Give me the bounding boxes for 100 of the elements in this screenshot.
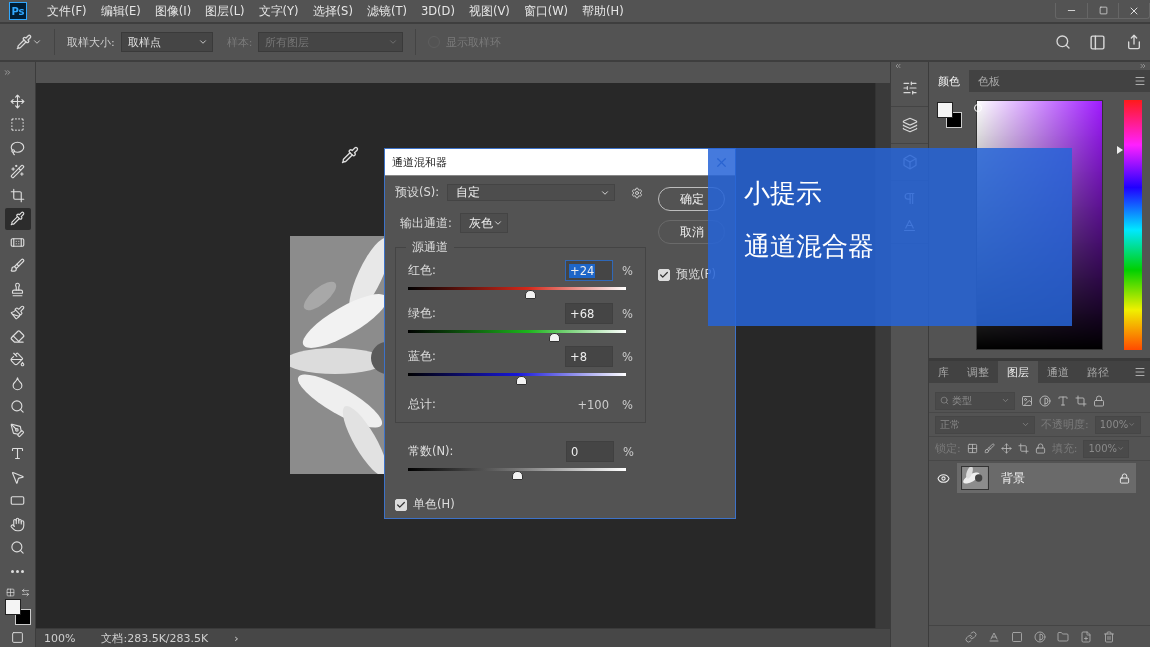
default-colors-icon[interactable] <box>5 588 15 597</box>
share-icon <box>1126 34 1142 50</box>
paintbrush-icon <box>10 305 25 320</box>
panel-tab[interactable]: 路径 <box>1078 361 1118 383</box>
panel-tab[interactable]: 颜色 <box>929 70 969 92</box>
paint-bucket-icon <box>10 352 25 367</box>
lasso-icon <box>10 140 25 156</box>
channel-label: 蓝色: <box>408 349 436 364</box>
zoom-icon <box>10 540 25 555</box>
status-menu-arrow[interactable]: › <box>234 631 239 645</box>
image-filter-icon[interactable] <box>1021 394 1033 407</box>
tip-title: 小提示 <box>744 177 823 210</box>
move-icon <box>10 93 25 109</box>
lock-pixels-icon[interactable] <box>966 443 978 454</box>
marquee-icon <box>10 117 25 132</box>
lock-artboard-icon[interactable] <box>1017 443 1029 454</box>
pointer-icon <box>10 469 25 485</box>
droplet-icon <box>10 375 25 391</box>
menu-item[interactable]: 图层(L) <box>198 3 252 19</box>
smart-filter-icon[interactable] <box>1093 394 1105 407</box>
value-field[interactable]: 0 <box>566 441 614 462</box>
menu-item[interactable]: 图像(I) <box>147 3 199 19</box>
quick-mask-icon[interactable] <box>11 631 24 644</box>
workspace-button[interactable] <box>1089 33 1106 51</box>
sample-size-select[interactable]: 取样点 <box>120 32 213 52</box>
adjustment-filter-icon[interactable] <box>1039 394 1051 407</box>
adjustment-icon[interactable] <box>1033 630 1046 643</box>
caret-icon <box>1021 420 1030 429</box>
lock-position-icon[interactable] <box>1000 443 1012 454</box>
color-swatches[interactable] <box>4 599 31 625</box>
tool-button[interactable] <box>4 207 31 230</box>
menu-item[interactable]: 3D(D) <box>413 4 462 18</box>
ellipsis-icon <box>11 569 24 573</box>
magic-wand-icon <box>10 164 25 179</box>
rectangle-icon <box>10 493 25 508</box>
link-icon[interactable] <box>964 630 977 643</box>
menu-item[interactable]: 文件(F) <box>40 3 94 19</box>
document-size: 文档:283.5K/283.5K <box>101 630 209 646</box>
panel-tab[interactable]: 库 <box>929 361 958 383</box>
history-panel-icon[interactable] <box>901 80 918 96</box>
value-field[interactable]: +24 <box>565 260 613 281</box>
menu-item[interactable]: 视图(V) <box>461 3 517 19</box>
panel-tab[interactable]: 通道 <box>1038 361 1078 383</box>
search-icon <box>1055 34 1071 50</box>
monochrome-label: 单色(H) <box>413 497 455 512</box>
slider-thumb[interactable] <box>516 376 528 385</box>
value-field[interactable]: +8 <box>565 346 613 367</box>
menu-item[interactable]: 滤镜(T) <box>359 3 414 19</box>
trash-icon[interactable] <box>1102 630 1115 643</box>
slider-thumb[interactable] <box>512 471 523 480</box>
constant-label: 常数(N): <box>408 444 454 459</box>
eyedropper-preset-button[interactable] <box>16 34 42 50</box>
shape-filter-icon[interactable] <box>1075 394 1087 407</box>
tip-text: 通道混合器 <box>744 230 875 263</box>
properties-panel-icon[interactable] <box>901 117 918 133</box>
output-channel-select[interactable]: 灰色 <box>459 213 508 233</box>
stamp-icon <box>10 281 25 297</box>
value-field[interactable]: +68 <box>565 303 613 324</box>
new-layer-icon[interactable] <box>1079 630 1092 643</box>
panel-tab[interactable]: 图层 <box>998 361 1038 383</box>
layer-name: 背景 <box>1001 470 1026 486</box>
search-button[interactable] <box>1055 34 1071 50</box>
menu-item[interactable]: 窗口(W) <box>516 3 576 19</box>
mask-icon[interactable] <box>1010 630 1023 643</box>
panel-tab[interactable]: 调整 <box>958 361 998 383</box>
eyedropper-icon <box>10 211 25 226</box>
menu-icon[interactable] <box>1134 75 1146 87</box>
menu-item[interactable]: 编辑(E) <box>93 3 148 19</box>
type-filter-icon[interactable] <box>1057 394 1069 407</box>
panel-icon <box>1089 33 1106 51</box>
menu-item[interactable]: 文字(Y) <box>251 3 306 19</box>
pen-icon <box>10 422 25 438</box>
menu-item[interactable]: 帮助(H) <box>575 3 631 19</box>
lock-paint-icon[interactable] <box>983 443 995 454</box>
eyedropper-cursor-icon <box>341 146 359 164</box>
settings-icon[interactable] <box>631 186 644 199</box>
preset-label: 预设(S): <box>395 185 440 200</box>
lock-all-icon[interactable] <box>1034 443 1046 454</box>
slider-thumb[interactable] <box>549 333 561 342</box>
crop-icon <box>10 187 25 203</box>
sample-size-label: 取样大小: <box>67 34 115 50</box>
share-button[interactable] <box>1126 34 1142 50</box>
slider-thumb[interactable] <box>525 290 537 299</box>
caret-icon <box>492 218 503 228</box>
brush-icon <box>10 258 25 273</box>
app-logo: Ps <box>9 2 27 20</box>
layer-row[interactable]: 背景 <box>957 463 1136 493</box>
hue-marker[interactable] <box>1117 146 1123 154</box>
menu-icon[interactable] <box>1134 366 1146 378</box>
total-value: +100 <box>577 397 609 412</box>
caret-icon <box>32 37 42 47</box>
caret-icon <box>1001 396 1010 405</box>
panel-tab[interactable]: 色板 <box>969 70 1009 92</box>
output-channel-label: 输出通道: <box>400 215 452 231</box>
color-swatches[interactable] <box>937 102 962 128</box>
swap-colors-icon[interactable] <box>20 588 30 597</box>
menu-item[interactable]: 选择(S) <box>305 3 360 19</box>
visibility-icon[interactable] <box>936 471 950 485</box>
preset-select[interactable]: 自定 <box>447 184 616 201</box>
maximize-icon <box>1098 6 1108 15</box>
